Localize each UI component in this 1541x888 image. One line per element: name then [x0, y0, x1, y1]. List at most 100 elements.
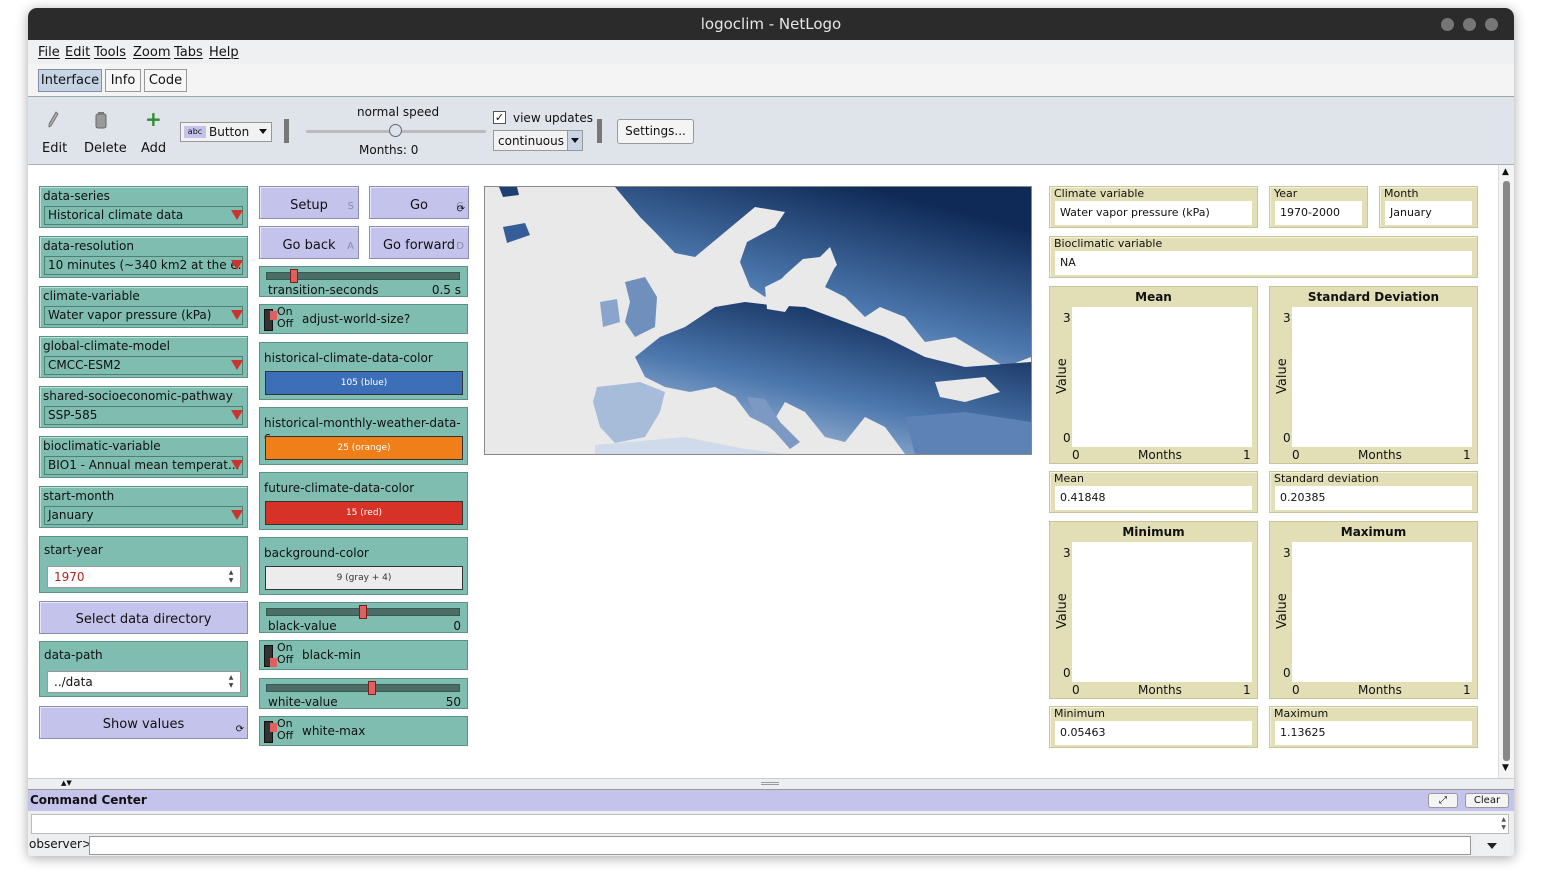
minimize-button[interactable]: [1441, 18, 1454, 31]
chooser-climate-variable[interactable]: climate-variable Water vapor pressure (kP…: [39, 286, 248, 328]
maximize-button[interactable]: [1463, 18, 1476, 31]
expand-icon[interactable]: ⤢: [1428, 793, 1458, 808]
y-axis-label: Value: [1055, 593, 1070, 629]
command-output-area[interactable]: ▲ ▼: [31, 814, 1509, 834]
slider-transition-seconds[interactable]: transition-seconds 0.5 s: [259, 266, 468, 297]
data-path-field[interactable]: ../data ▲ ▼: [47, 671, 241, 693]
plot-area: [1072, 542, 1252, 682]
interface-vertical-scrollbar[interactable]: ▲ ▼: [1498, 165, 1514, 778]
color-future-climate-data: future-climate-data-color 15 (red): [259, 472, 468, 530]
chooser-value[interactable]: January: [44, 506, 243, 525]
color-historical-climate-data: historical-climate-data-color 105 (blue): [259, 342, 468, 400]
switch-toggle[interactable]: [264, 645, 277, 667]
button-label: Go forward: [382, 238, 455, 253]
scroll-down-icon[interactable]: ▼: [1502, 763, 1509, 773]
chooser-value[interactable]: Historical climate data: [44, 206, 243, 225]
splitter-bar[interactable]: ▲▼: [28, 778, 1514, 788]
scrollbar-thumb[interactable]: [1503, 181, 1510, 761]
start-year-field[interactable]: 1970 ▲ ▼: [47, 566, 241, 588]
widget-type-value: Button: [209, 125, 250, 139]
tab-interface[interactable]: Interface: [38, 69, 102, 92]
slider-track[interactable]: [266, 684, 460, 692]
output-scroll-icon[interactable]: ▲ ▼: [1501, 816, 1506, 832]
select-data-directory-button[interactable]: Select data directory: [39, 601, 248, 634]
close-button[interactable]: [1485, 18, 1498, 31]
command-input[interactable]: [89, 836, 1471, 855]
window-title: logoclim - NetLogo: [700, 15, 842, 33]
menu-tabs[interactable]: Tabs: [174, 45, 203, 60]
color-swatch[interactable]: 15 (red): [265, 501, 463, 525]
menu-edit[interactable]: Edit: [65, 45, 90, 60]
speed-slider-thumb[interactable]: [389, 124, 402, 137]
tab-info[interactable]: Info: [105, 69, 141, 92]
switch-toggle[interactable]: [264, 309, 277, 331]
y-min-label: 0: [1283, 666, 1291, 680]
switch-toggle[interactable]: [264, 721, 277, 743]
y-axis-label: Value: [1275, 358, 1290, 394]
monitor-minimum: Minimum 0.05463: [1049, 706, 1258, 748]
add-plus-icon[interactable]: +: [145, 109, 162, 129]
menu-tools[interactable]: Tools: [94, 45, 126, 60]
go-button[interactable]: Go G ⟳: [369, 186, 469, 219]
switch-black-min[interactable]: On Off black-min: [259, 640, 468, 670]
y-max-label: 3: [1063, 311, 1071, 325]
go-forward-button[interactable]: Go forward D: [369, 226, 469, 259]
spinner-icon[interactable]: ▲ ▼: [226, 569, 236, 585]
chooser-value[interactable]: 10 minutes (~340 km2 at the e...: [44, 256, 243, 275]
x-min-label: 0: [1072, 448, 1080, 462]
drag-handle-icon[interactable]: [761, 782, 779, 785]
chooser-value[interactable]: SSP-585: [44, 406, 243, 425]
monitor-label: Year: [1274, 187, 1298, 200]
chooser-value[interactable]: Water vapor pressure (kPa): [44, 306, 243, 325]
slider-thumb[interactable]: [290, 269, 299, 283]
edit-pencil-icon[interactable]: [47, 111, 59, 129]
y-max-label: 3: [1283, 546, 1291, 560]
update-mode-dropdown[interactable]: continuous: [493, 130, 583, 151]
chooser-ssp[interactable]: shared-socioeconomic-pathway SSP-585: [39, 386, 248, 428]
widget-type-dropdown[interactable]: abc Button: [180, 122, 272, 142]
clear-button[interactable]: Clear: [1465, 793, 1509, 808]
slider-thumb[interactable]: [359, 605, 367, 619]
world-view-map[interactable]: [484, 186, 1032, 455]
settings-button[interactable]: Settings...: [617, 119, 694, 144]
setup-button[interactable]: Setup S: [259, 186, 359, 219]
add-button-label[interactable]: Add: [141, 141, 166, 156]
chooser-value[interactable]: CMCC-ESM2: [44, 356, 243, 375]
menu-help[interactable]: Help: [209, 45, 239, 60]
view-updates-checkbox[interactable]: ✓: [493, 111, 506, 124]
color-name: historical-climate-data-color: [264, 351, 433, 365]
dropdown-triangle-icon: [231, 460, 243, 470]
menu-file[interactable]: File: [38, 45, 60, 60]
menu-zoom[interactable]: Zoom: [133, 45, 170, 60]
chooser-bioclimatic-variable[interactable]: bioclimatic-variable BIO1 - Annual mean t…: [39, 436, 248, 478]
spinner-icon[interactable]: ▲ ▼: [226, 674, 236, 690]
chooser-value[interactable]: BIO1 - Annual mean temperat...: [44, 456, 243, 475]
tab-code[interactable]: Code: [144, 69, 187, 92]
scroll-up-icon[interactable]: ▲: [1502, 167, 1509, 177]
y-min-label: 0: [1283, 431, 1291, 445]
chooser-data-resolution[interactable]: data-resolution 10 minutes (~340 km2 at t…: [39, 236, 248, 278]
button-widget-icon: abc: [184, 126, 206, 138]
switch-white-max[interactable]: On Off white-max: [259, 716, 468, 746]
command-history-dropdown[interactable]: [1475, 836, 1509, 855]
slider-thumb[interactable]: [368, 681, 377, 695]
trash-icon[interactable]: [95, 111, 107, 129]
chooser-start-month[interactable]: start-month January: [39, 486, 248, 528]
show-values-button[interactable]: Show values ⟳: [39, 706, 248, 739]
input-label: start-year: [44, 543, 103, 557]
color-swatch[interactable]: 9 (gray + 4): [265, 566, 463, 590]
color-swatch[interactable]: 105 (blue): [265, 371, 463, 395]
split-arrows-icon[interactable]: ▲▼: [61, 779, 72, 787]
switch-adjust-world-size[interactable]: On Off adjust-world-size?: [259, 304, 468, 334]
slider-white-value[interactable]: white-value 50: [259, 678, 468, 709]
color-swatch[interactable]: 25 (orange): [265, 436, 463, 460]
delete-button-label[interactable]: Delete: [84, 141, 127, 156]
go-back-button[interactable]: Go back A: [259, 226, 359, 259]
monitor-value: 0.41848: [1055, 486, 1252, 510]
chooser-data-series[interactable]: data-series Historical climate data: [39, 186, 248, 228]
chooser-global-climate-model[interactable]: global-climate-model CMCC-ESM2: [39, 336, 248, 378]
slider-black-value[interactable]: black-value 0: [259, 602, 468, 633]
monitor-standard-deviation: Standard deviation 0.20385: [1269, 471, 1478, 513]
switch-knob: [270, 658, 277, 667]
edit-button-label[interactable]: Edit: [42, 141, 67, 156]
